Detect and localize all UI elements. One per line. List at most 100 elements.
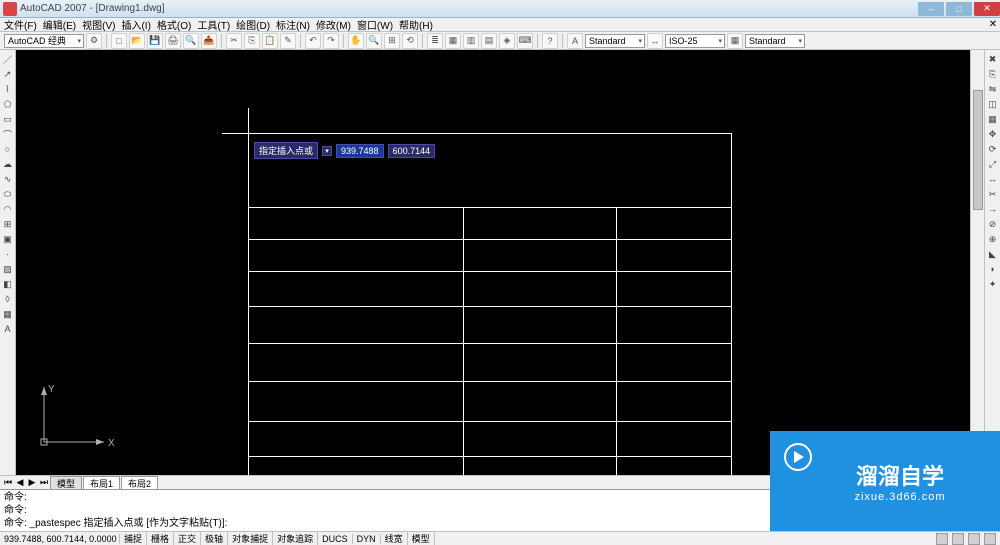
menu-draw[interactable]: 绘图(D)	[236, 17, 270, 32]
menu-edit[interactable]: 编辑(E)	[43, 17, 76, 32]
rotate-tool-icon[interactable]: ⟳	[986, 142, 1000, 156]
drawing-canvas[interactable]: 指定插入点或 ▾ 939.7488 600.7144 X Y	[16, 50, 970, 475]
new-icon[interactable]: □	[111, 33, 127, 49]
model-toggle[interactable]: 模型	[408, 532, 435, 545]
extend-tool-icon[interactable]: →	[986, 202, 1000, 216]
copy-icon[interactable]: ⎘	[244, 33, 260, 49]
menu-dimension[interactable]: 标注(N)	[276, 17, 310, 32]
textstyle-icon[interactable]: A	[567, 33, 583, 49]
tab-last-icon[interactable]: ⏭	[38, 477, 50, 488]
scrollbar-thumb[interactable]	[973, 90, 983, 210]
menu-help[interactable]: 帮助(H)	[399, 17, 433, 32]
tab-next-icon[interactable]: ▶	[26, 477, 38, 488]
break-tool-icon[interactable]: ⊘	[986, 217, 1000, 231]
minimize-button[interactable]: –	[918, 2, 944, 16]
join-tool-icon[interactable]: ⊕	[986, 232, 1000, 246]
properties-icon[interactable]: ≣	[427, 33, 443, 49]
arc-tool-icon[interactable]: ⌒	[1, 127, 15, 141]
tab-prev-icon[interactable]: ◀	[14, 477, 26, 488]
save-icon[interactable]: 💾	[147, 33, 163, 49]
menu-insert[interactable]: 插入(I)	[121, 17, 150, 32]
tab-first-icon[interactable]: ⏮	[2, 477, 14, 488]
line-tool-icon[interactable]: ／	[1, 52, 15, 66]
match-icon[interactable]: ✎	[280, 33, 296, 49]
workspace-settings-icon[interactable]: ⚙	[86, 33, 102, 49]
table-tool-icon[interactable]: ▦	[1, 307, 15, 321]
xline-tool-icon[interactable]: ↗	[1, 67, 15, 81]
mirror-tool-icon[interactable]: ⇋	[986, 82, 1000, 96]
dimstyle-combo[interactable]: ISO-25	[665, 34, 725, 48]
hatch-tool-icon[interactable]: ▨	[1, 262, 15, 276]
mtext-tool-icon[interactable]: A	[1, 322, 15, 336]
tab-layout2[interactable]: 布局2	[121, 476, 158, 490]
offset-tool-icon[interactable]: ◫	[986, 97, 1000, 111]
copy-tool-icon[interactable]: ⎘	[986, 67, 1000, 81]
tab-model[interactable]: 模型	[50, 476, 82, 490]
pline-tool-icon[interactable]: ⌇	[1, 82, 15, 96]
menu-tools[interactable]: 工具(T)	[197, 17, 230, 32]
tray-icon[interactable]	[952, 533, 964, 545]
polygon-tool-icon[interactable]: ⬠	[1, 97, 15, 111]
array-tool-icon[interactable]: ▦	[986, 112, 1000, 126]
insert-block-icon[interactable]: ⊞	[1, 217, 15, 231]
publish-icon[interactable]: 📤	[201, 33, 217, 49]
snap-toggle[interactable]: 捕捉	[120, 532, 147, 545]
cut-icon[interactable]: ✂	[226, 33, 242, 49]
workspace-combo[interactable]: AutoCAD 经典	[4, 34, 84, 48]
qcalc-icon[interactable]: ⌨	[517, 33, 533, 49]
dyn-toggle[interactable]: DYN	[353, 534, 381, 544]
tray-icon[interactable]	[936, 533, 948, 545]
zoom-prev-icon[interactable]: ⟲	[402, 33, 418, 49]
ortho-toggle[interactable]: 正交	[174, 532, 201, 545]
tray-icon[interactable]	[968, 533, 980, 545]
vertical-scrollbar[interactable]	[970, 50, 984, 475]
gradient-tool-icon[interactable]: ◧	[1, 277, 15, 291]
paste-icon[interactable]: 📋	[262, 33, 278, 49]
ssm-icon[interactable]: ▤	[481, 33, 497, 49]
menu-view[interactable]: 视图(V)	[82, 17, 115, 32]
grid-toggle[interactable]: 栅格	[147, 532, 174, 545]
point-tool-icon[interactable]: ·	[1, 247, 15, 261]
trim-tool-icon[interactable]: ✂	[986, 187, 1000, 201]
lwt-toggle[interactable]: 线宽	[381, 532, 408, 545]
dimstyle-icon[interactable]: ↔	[647, 33, 663, 49]
rectangle-tool-icon[interactable]: ▭	[1, 112, 15, 126]
zoom-rt-icon[interactable]: 🔍	[366, 33, 382, 49]
ellipsearc-tool-icon[interactable]: ◠	[1, 202, 15, 216]
osnap-toggle[interactable]: 对象捕捉	[228, 532, 273, 545]
redo-icon[interactable]: ↷	[323, 33, 339, 49]
maximize-button[interactable]: □	[946, 2, 972, 16]
dynamic-y-field[interactable]: 600.7144	[388, 144, 436, 158]
markup-icon[interactable]: ◈	[499, 33, 515, 49]
move-tool-icon[interactable]: ✥	[986, 127, 1000, 141]
ducs-toggle[interactable]: DUCS	[318, 534, 353, 544]
ellipse-tool-icon[interactable]: ⬭	[1, 187, 15, 201]
open-icon[interactable]: 📂	[129, 33, 145, 49]
polar-toggle[interactable]: 极轴	[201, 532, 228, 545]
close-button[interactable]: ✕	[974, 2, 1000, 16]
chamfer-tool-icon[interactable]: ◣	[986, 247, 1000, 261]
tray-icon[interactable]	[984, 533, 996, 545]
scale-tool-icon[interactable]: ⤢	[986, 157, 1000, 171]
menu-format[interactable]: 格式(O)	[157, 17, 191, 32]
textstyle-combo[interactable]: Standard	[585, 34, 645, 48]
dynamic-x-field[interactable]: 939.7488	[336, 144, 384, 158]
menu-modify[interactable]: 修改(M)	[316, 17, 351, 32]
spline-tool-icon[interactable]: ∿	[1, 172, 15, 186]
tp-icon[interactable]: ▥	[463, 33, 479, 49]
tab-layout1[interactable]: 布局1	[83, 476, 120, 490]
revcloud-tool-icon[interactable]: ☁	[1, 157, 15, 171]
doc-close-button[interactable]: ✕	[986, 19, 1000, 30]
explode-tool-icon[interactable]: ✦	[986, 277, 1000, 291]
otrack-toggle[interactable]: 对象追踪	[273, 532, 318, 545]
make-block-icon[interactable]: ▣	[1, 232, 15, 246]
stretch-tool-icon[interactable]: ↔	[986, 172, 1000, 186]
fillet-tool-icon[interactable]: ◗	[986, 262, 1000, 276]
coordinates-display[interactable]: 939.7488, 600.7144, 0.0000	[0, 534, 120, 544]
region-tool-icon[interactable]: ◊	[1, 292, 15, 306]
zoom-win-icon[interactable]: ⊞	[384, 33, 400, 49]
erase-tool-icon[interactable]: ✖	[986, 52, 1000, 66]
circle-tool-icon[interactable]: ○	[1, 142, 15, 156]
tablestyle-combo[interactable]: Standard	[745, 34, 805, 48]
menu-file[interactable]: 文件(F)	[4, 17, 37, 32]
